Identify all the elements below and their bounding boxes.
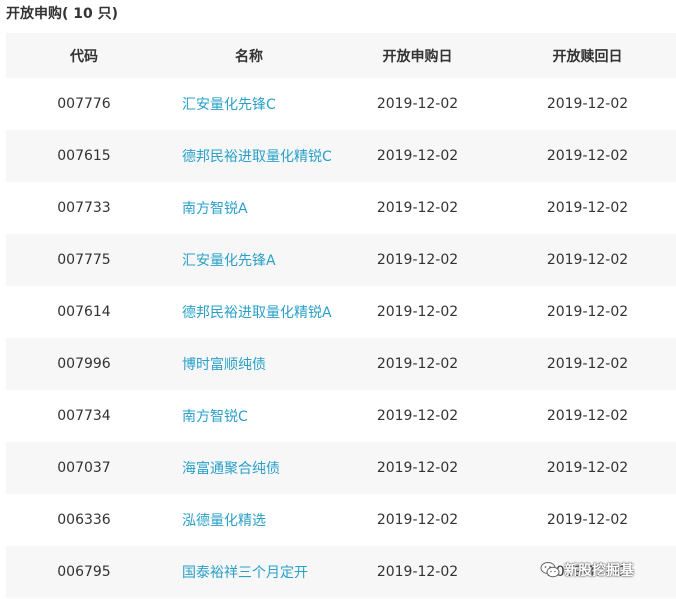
table-row: 007776 汇安量化先锋C 2019-12-02 2019-12-02 [6, 78, 676, 130]
table-row: 007037 海富通聚合纯债 2019-12-02 2019-12-02 [6, 442, 676, 494]
subscribe-date: 2019-12-02 [376, 96, 459, 112]
fund-name-link[interactable]: 泓德量化精选 [182, 513, 266, 529]
fund-code: 007733 [57, 200, 111, 216]
redeem-date: 2019-12-02 [546, 460, 629, 476]
table-row: 006336 泓德量化精选 2019-12-02 2019-12-02 [6, 494, 676, 546]
column-header-subscribe-date: 开放申购日 [382, 48, 453, 65]
table-row: 007733 南方智锐A 2019-12-02 2019-12-02 [6, 182, 676, 234]
fund-name-link[interactable]: 汇安量化先锋C [182, 97, 276, 113]
fund-name-link[interactable]: 国泰裕祥三个月定开 [182, 565, 308, 581]
subscribe-date: 2019-12-02 [376, 356, 459, 372]
subscribe-date: 2019-12-02 [376, 304, 459, 320]
redeem-date: 2019-12-02 [546, 512, 629, 528]
subscribe-date: 2019-12-02 [376, 408, 459, 424]
subscribe-date: 2019-12-02 [376, 200, 459, 216]
table-row: 007615 德邦民裕进取量化精锐C 2019-12-02 2019-12-02 [6, 130, 676, 182]
fund-code: 007037 [57, 460, 111, 476]
fund-code: 007614 [57, 304, 111, 320]
fund-name-link[interactable]: 德邦民裕进取量化精锐C [182, 149, 332, 165]
redeem-date: 2019-12-02 [546, 356, 629, 372]
redeem-date: 2019-12-02 [546, 96, 629, 112]
wechat-watermark: 新股挖掘基 [540, 559, 634, 581]
fund-name-link[interactable]: 汇安量化先锋A [182, 253, 276, 269]
redeem-date: 2019-12-02 [546, 408, 629, 424]
subscribe-date: 2019-12-02 [376, 252, 459, 268]
fund-name-link[interactable]: 德邦民裕进取量化精锐A [182, 305, 332, 321]
fund-name-link[interactable]: 海富通聚合纯债 [182, 461, 280, 477]
fund-name-link[interactable]: 南方智锐C [182, 409, 248, 425]
fund-code: 007615 [57, 148, 111, 164]
column-header-redeem-date: 开放赎回日 [552, 48, 623, 65]
fund-name-link[interactable]: 南方智锐A [182, 201, 248, 217]
section-title: 开放申购( 10 只) [6, 6, 119, 22]
table-row: 007996 博时富顺纯债 2019-12-02 2019-12-02 [6, 338, 676, 390]
subscribe-date: 2019-12-02 [376, 460, 459, 476]
watermark-text: 新股挖掘基 [564, 563, 634, 579]
column-header-name: 名称 [235, 48, 263, 65]
wechat-icon [540, 561, 560, 579]
redeem-date: 2019-12-02 [546, 252, 629, 268]
column-header-code: 代码 [70, 48, 98, 65]
redeem-date: 2019-12-02 [546, 200, 629, 216]
fund-name-link[interactable]: 博时富顺纯债 [182, 357, 266, 373]
table-row: 007734 南方智锐C 2019-12-02 2019-12-02 [6, 390, 676, 442]
redeem-date: 2019-12-02 [546, 304, 629, 320]
table-header-row: 代码 名称 开放申购日 开放赎回日 [6, 33, 676, 78]
table-row: 007775 汇安量化先锋A 2019-12-02 2019-12-02 [6, 234, 676, 286]
subscribe-date: 2019-12-02 [376, 564, 459, 580]
fund-code: 007776 [57, 96, 111, 112]
fund-code: 007734 [57, 408, 111, 424]
fund-code: 006336 [57, 512, 111, 528]
subscribe-date: 2019-12-02 [376, 512, 459, 528]
fund-code: 007996 [57, 356, 111, 372]
open-subscription-table: 代码 名称 开放申购日 开放赎回日 007776 汇安量化先锋C 2019-12… [6, 33, 676, 598]
fund-code: 006795 [57, 564, 111, 580]
redeem-date: 2019-12-02 [546, 148, 629, 164]
fund-code: 007775 [57, 252, 111, 268]
table-row: 007614 德邦民裕进取量化精锐A 2019-12-02 2019-12-02 [6, 286, 676, 338]
subscribe-date: 2019-12-02 [376, 148, 459, 164]
